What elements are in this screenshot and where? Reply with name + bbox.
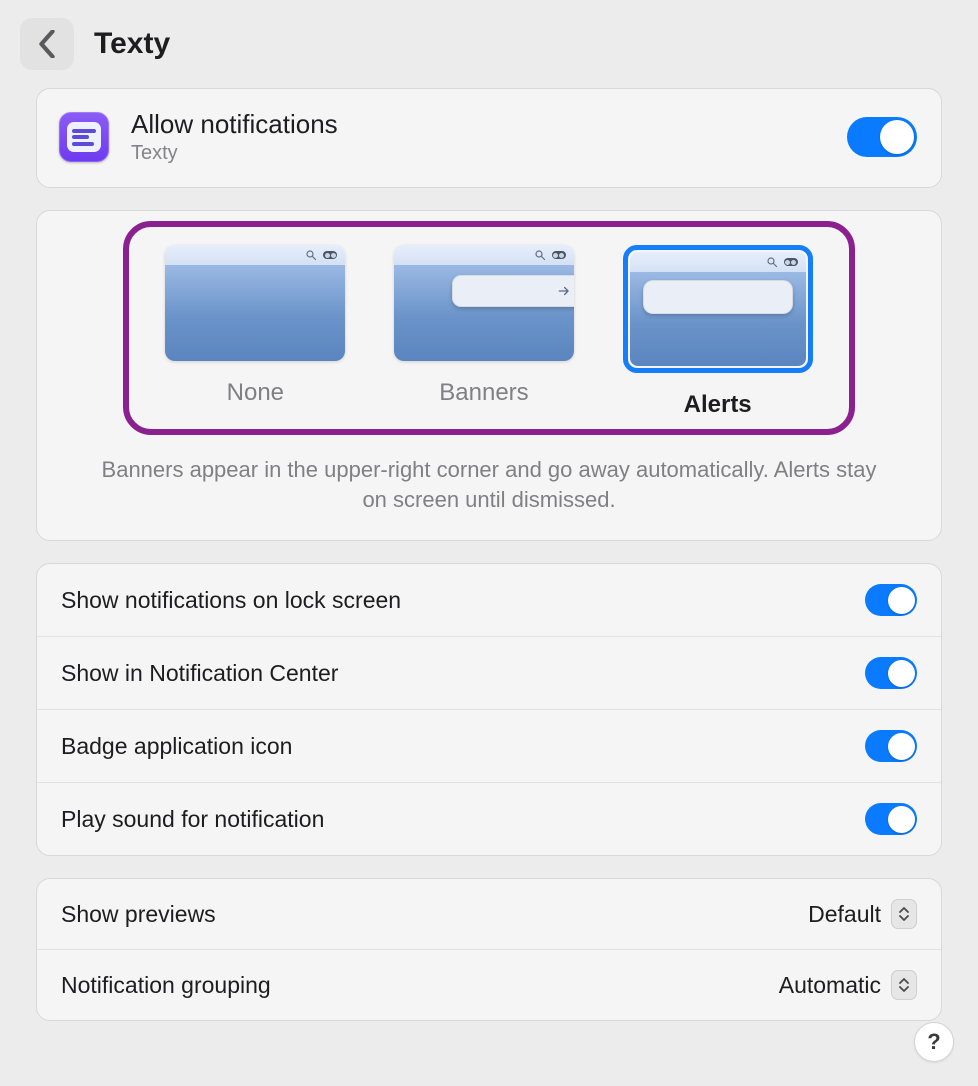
row-previews: Show previews Default — [37, 879, 941, 949]
notification-selects-panel: Show previews Default Notification group… — [36, 878, 942, 1021]
row-sound: Play sound for notification — [37, 782, 941, 855]
style-thumb-none — [165, 245, 345, 361]
alert-style-highlight: None Ban — [123, 221, 855, 435]
style-label-none: None — [227, 379, 284, 407]
notification-options-panel: Show notifications on lock screen Show i… — [36, 563, 942, 856]
alert-preview — [643, 280, 793, 314]
stepper-icon — [891, 970, 917, 1000]
style-label-banners: Banners — [439, 379, 528, 407]
value-grouping: Automatic — [779, 972, 881, 999]
label-lock-screen: Show notifications on lock screen — [61, 587, 401, 614]
page-title: Texty — [94, 27, 170, 61]
stepper-icon — [891, 899, 917, 929]
style-thumb-alerts — [623, 245, 813, 373]
help-button[interactable]: ? — [914, 1022, 954, 1062]
allow-notifications-panel: Allow notifications Texty — [36, 88, 942, 188]
row-notification-center: Show in Notification Center — [37, 636, 941, 709]
allow-title: Allow notifications — [131, 109, 338, 140]
style-option-alerts[interactable]: Alerts — [623, 245, 813, 419]
label-sound: Play sound for notification — [61, 806, 324, 833]
row-lock-screen: Show notifications on lock screen — [37, 564, 941, 636]
banner-preview — [452, 275, 574, 307]
style-thumb-banners — [394, 245, 574, 361]
alert-style-explanation: Banners appear in the upper-right corner… — [77, 449, 901, 514]
label-grouping: Notification grouping — [61, 972, 271, 999]
row-badge: Badge application icon — [37, 709, 941, 782]
select-grouping[interactable]: Automatic — [779, 970, 917, 1000]
search-icon — [305, 249, 317, 261]
allow-subtitle: Texty — [131, 142, 338, 165]
arrow-right-icon — [557, 284, 571, 298]
allow-notifications-toggle[interactable] — [847, 117, 917, 157]
toggle-lock-screen[interactable] — [865, 584, 917, 616]
app-icon — [59, 112, 109, 162]
row-grouping: Notification grouping Automatic — [37, 949, 941, 1020]
label-badge: Badge application icon — [61, 733, 292, 760]
back-button[interactable] — [20, 18, 74, 70]
style-label-alerts: Alerts — [684, 391, 752, 419]
chevron-left-icon — [38, 30, 56, 58]
select-previews[interactable]: Default — [808, 899, 917, 929]
control-center-icon — [784, 258, 798, 266]
control-center-icon — [552, 251, 566, 259]
style-option-banners[interactable]: Banners — [394, 245, 574, 419]
header: Texty — [18, 18, 960, 88]
alert-style-panel: None Ban — [36, 210, 942, 541]
control-center-icon — [323, 251, 337, 259]
style-option-none[interactable]: None — [165, 245, 345, 419]
help-label: ? — [927, 1029, 940, 1055]
label-previews: Show previews — [61, 901, 216, 928]
search-icon — [534, 249, 546, 261]
search-icon — [766, 256, 778, 268]
toggle-badge[interactable] — [865, 730, 917, 762]
toggle-sound[interactable] — [865, 803, 917, 835]
label-notification-center: Show in Notification Center — [61, 660, 338, 687]
toggle-notification-center[interactable] — [865, 657, 917, 689]
allow-text: Allow notifications Texty — [131, 109, 338, 165]
value-previews: Default — [808, 901, 881, 928]
allow-notifications-row: Allow notifications Texty — [37, 89, 941, 187]
